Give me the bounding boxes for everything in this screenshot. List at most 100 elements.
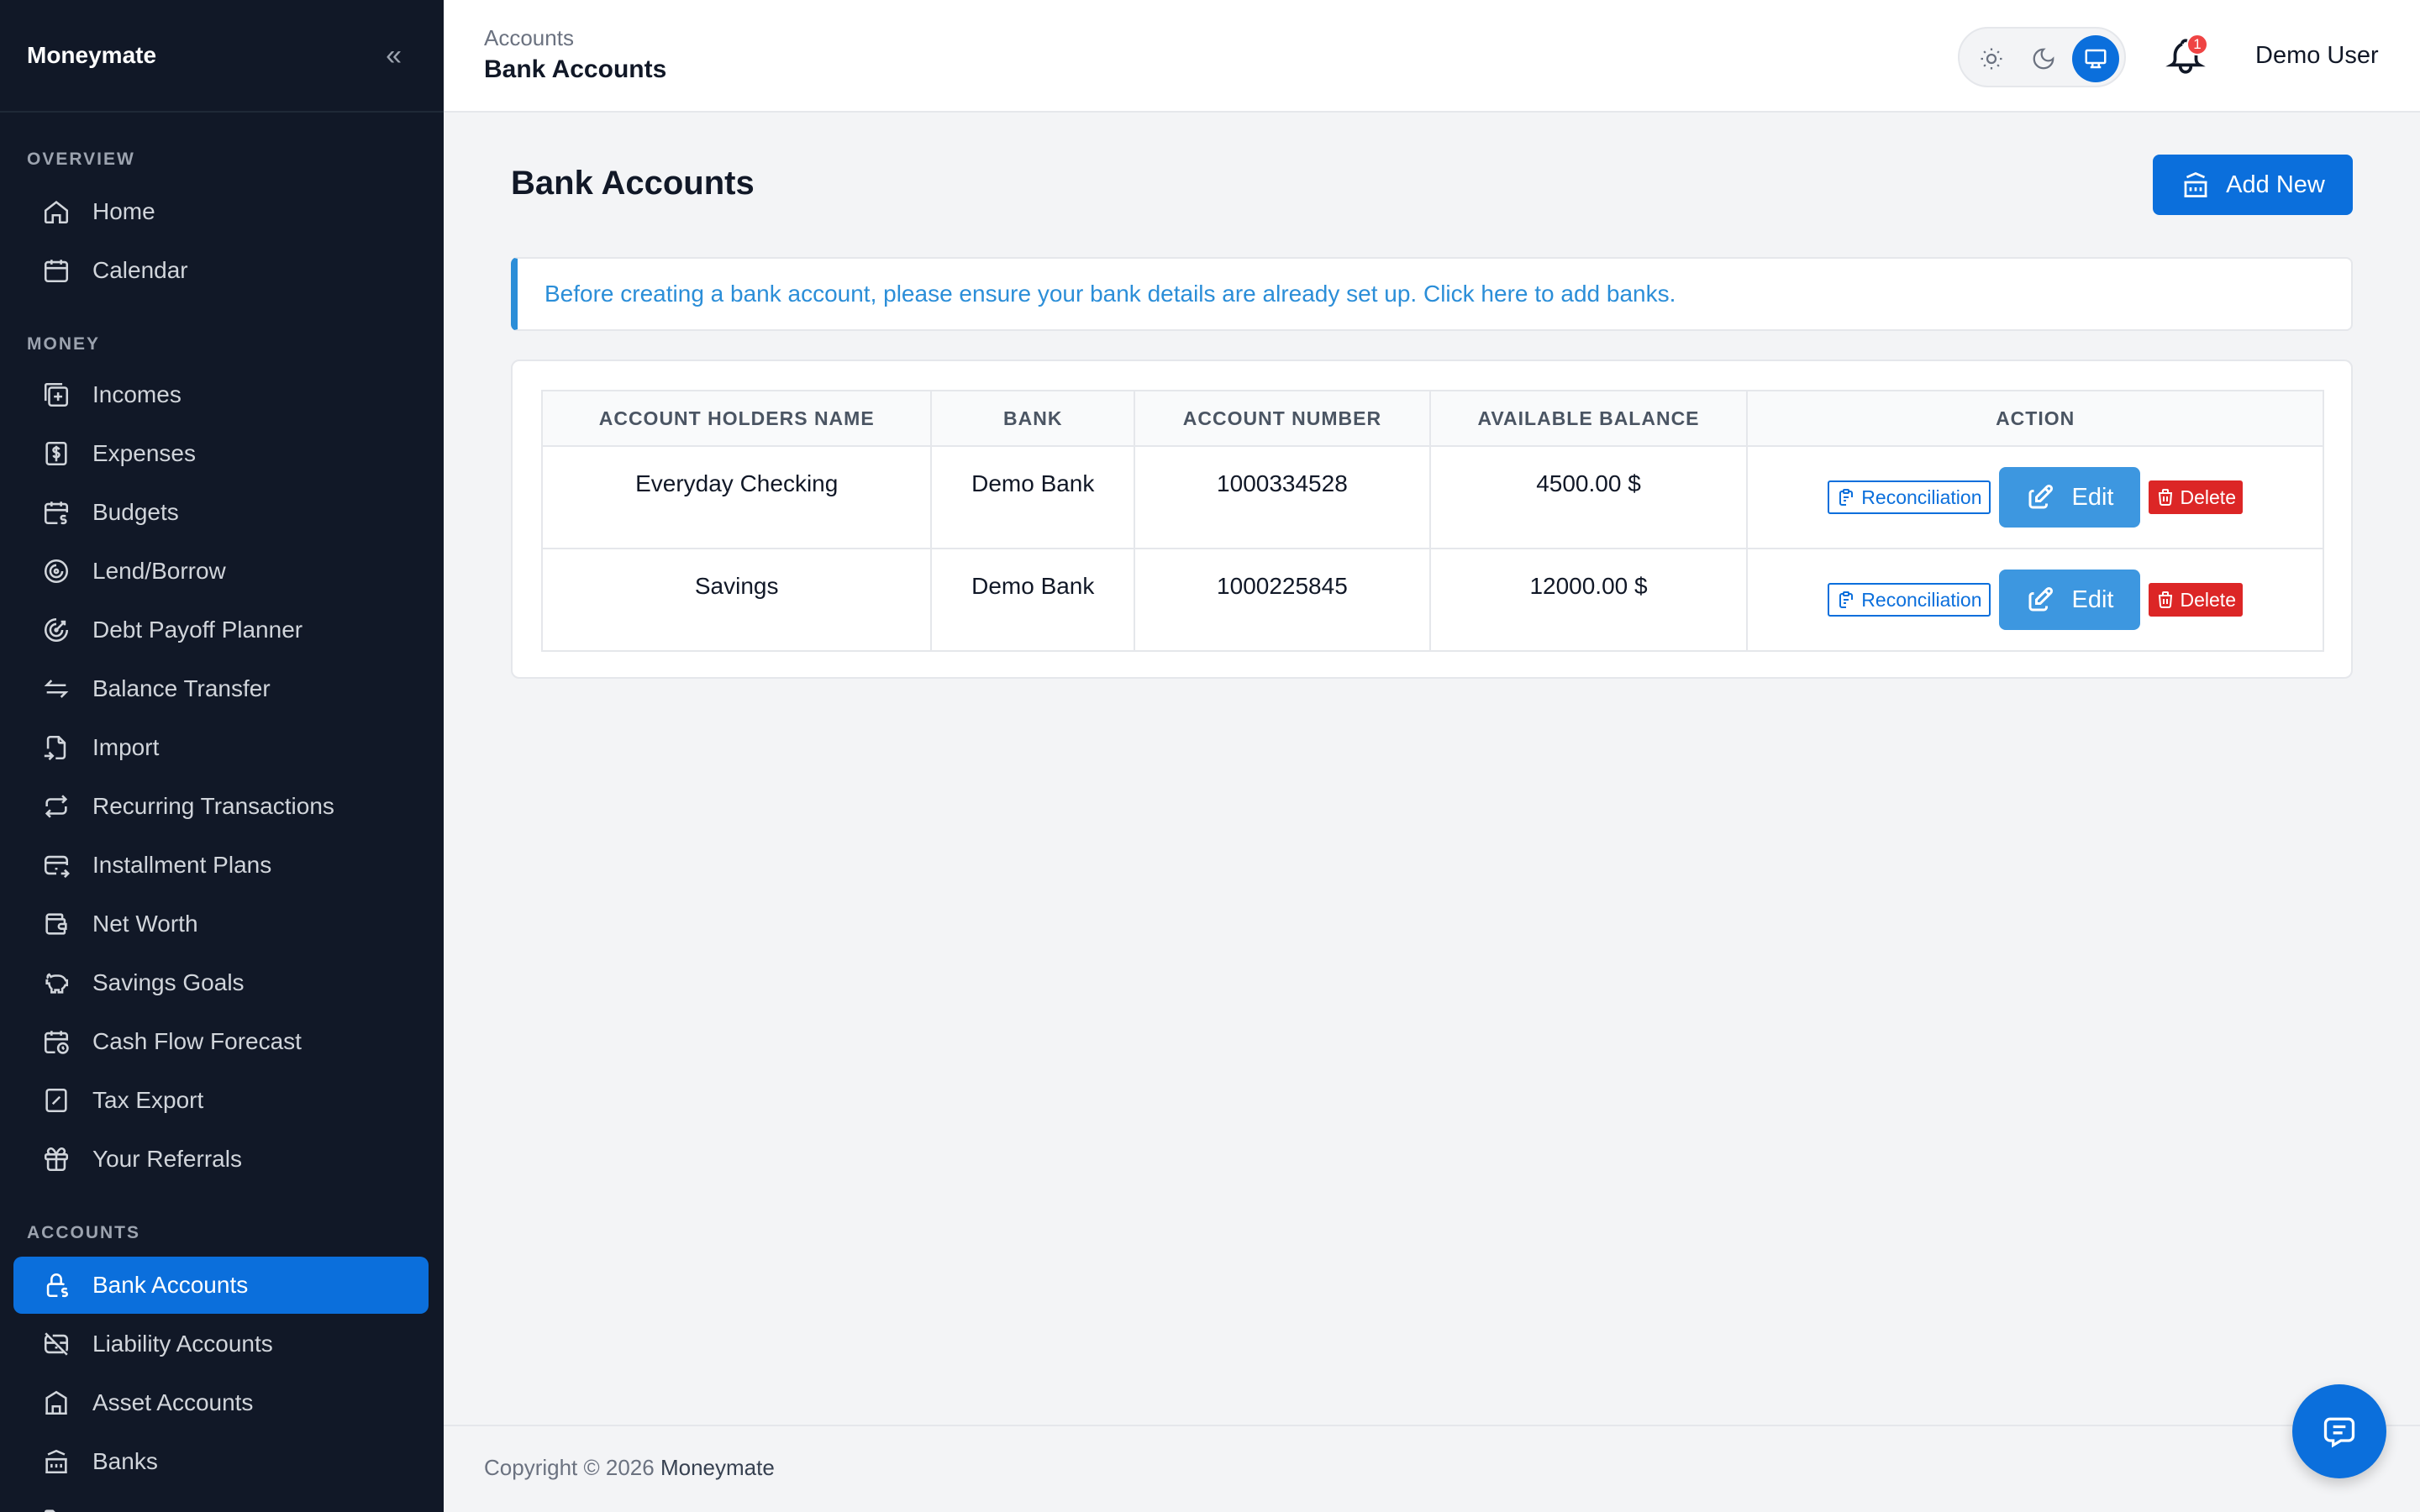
notification-badge: 1 [2186,34,2208,55]
copyright: Copyright © 2026 Moneymate [484,1455,775,1481]
sidebar-item-banks[interactable]: Banks [13,1433,429,1490]
clipboard-icon [1839,489,1854,506]
receipt-tax-icon [45,1088,67,1113]
sidebar-item-label: Your Referrals [92,1146,242,1172]
sidebar-item-label: Debt Payoff Planner [92,617,303,643]
sidebar-item-referrals[interactable]: Your Referrals [13,1131,429,1188]
credit-card-off-icon [44,1332,69,1356]
building-icon [45,1390,67,1415]
sidebar: Moneymate « OVERVIEW Home Calendar MONEY… [0,0,444,1512]
reconciliation-label: Reconciliation [1861,588,1982,611]
sidebar-item-home[interactable]: Home [13,183,429,240]
table-row: Everyday Checking Demo Bank 1000334528 4… [540,445,2324,549]
edit-button[interactable]: Edit [1998,570,2140,630]
accounts-card: ACCOUNT HOLDERS NAME BANK ACCOUNT NUMBER… [511,360,2353,679]
calendar-clock-icon [44,1031,69,1054]
sidebar-item-label: Installment Plans [92,852,272,878]
sidebar-item-label: Asset Accounts [92,1389,254,1415]
add-new-button[interactable]: Add New [2153,155,2353,215]
sidebar-item-label: Net Worth [92,911,198,937]
sidebar-item-liability-accounts[interactable]: Liability Accounts [13,1315,429,1373]
calendar-icon [44,260,69,283]
sidebar-item-label: Balance Transfer [92,675,271,701]
folder-icon [44,1509,55,1512]
sidebar-item-calendar[interactable]: Calendar [13,242,429,299]
sidebar-item-bank-accounts[interactable]: Bank Accounts [13,1257,429,1314]
lock-dollar-icon [46,1273,68,1298]
sidebar-item-asset-accounts[interactable]: Asset Accounts [13,1374,429,1431]
chevrons-left-icon[interactable]: « [386,41,402,70]
cell-account-number: 1000225845 [1134,548,1431,652]
section-accounts: ACCOUNTS [27,1223,140,1242]
edit-icon [2028,484,2053,509]
cell-bank: Demo Bank [930,445,1136,549]
reconciliation-button[interactable]: Reconciliation [1828,480,1991,514]
cell-balance: 12000.00 $ [1428,548,1749,652]
alert-text[interactable]: Before creating a bank account, please e… [544,281,1676,307]
section-overview: OVERVIEW [27,150,135,169]
cell-holder-name: Everyday Checking [540,445,933,549]
delete-button[interactable]: Delete [2148,583,2243,617]
column-header: ACCOUNT NUMBER [1134,390,1431,447]
sidebar-item-installment[interactable]: Installment Plans [13,837,429,894]
edit-icon [2028,586,2053,612]
breadcrumb-parent[interactable]: Accounts [484,25,574,51]
cell-account-number: 1000334528 [1134,445,1431,549]
reconciliation-label: Reconciliation [1861,486,1982,508]
sidebar-item-savings-goals[interactable]: Savings Goals [13,954,429,1011]
calendar-dollar-icon [44,501,69,525]
section-money: MONEY [27,334,101,354]
edit-label: Edit [2071,585,2114,613]
theme-dark-button[interactable] [2020,35,2067,82]
credit-card-icon [44,855,70,879]
sidebar-header: Moneymate « [0,0,444,113]
sidebar-item-recurring[interactable]: Recurring Transactions [13,778,429,835]
sidebar-item-label: Incomes [92,381,182,407]
theme-system-button[interactable] [2072,35,2119,82]
info-alert[interactable]: Before creating a bank account, please e… [511,257,2353,331]
sidebar-item-incomes[interactable]: Incomes [13,366,429,423]
theme-toggle [1958,27,2126,87]
user-menu[interactable]: Demo User [2255,42,2379,70]
sidebar-item-tax-export[interactable]: Tax Export [13,1072,429,1129]
chat-button[interactable] [2292,1384,2386,1478]
delete-button[interactable]: Delete [2148,480,2243,514]
target-icon [44,617,69,643]
table-header-row: ACCOUNT HOLDERS NAME BANK ACCOUNT NUMBER… [540,390,2324,447]
column-header: BANK [930,390,1136,447]
piggy-bank-icon [45,973,69,994]
wallet-icon [45,913,67,935]
sidebar-item-balance-transfer[interactable]: Balance Transfer [13,660,429,717]
column-header: AVAILABLE BALANCE [1428,390,1749,447]
brand-logo[interactable]: Moneymate [27,42,156,69]
sidebar-item-label: Bank Accounts [92,1272,249,1298]
sidebar-item-partial [13,1492,429,1512]
sidebar-item-label: Import [92,734,160,760]
sidebar-item-expenses[interactable]: Expenses [13,425,429,482]
sidebar-item-net-worth[interactable]: Net Worth [13,895,429,953]
reconciliation-button[interactable]: Reconciliation [1828,583,1991,617]
sidebar-item-label: Tax Export [92,1087,204,1113]
sidebar-item-label: Liability Accounts [92,1331,273,1357]
delete-label: Delete [2180,588,2236,611]
sidebar-item-debt-payoff[interactable]: Debt Payoff Planner [13,601,429,659]
bank-icon [2184,172,2207,197]
sidebar-item-label: Calendar [92,257,188,283]
sidebar-item-label: Cash Flow Forecast [92,1028,302,1054]
sidebar-item-lend-borrow[interactable]: Lend/Borrow [13,543,429,600]
footer: Copyright © 2026 Moneymate [444,1425,2420,1512]
dollar-receipt-icon [45,441,67,466]
topbar: Accounts Bank Accounts 1 Demo User [444,0,2420,113]
accounts-table: ACCOUNT HOLDERS NAME BANK ACCOUNT NUMBER… [540,390,2324,652]
sidebar-item-import[interactable]: Import [13,719,429,776]
theme-light-button[interactable] [1968,35,2015,82]
repeat-icon [45,795,68,818]
trash-icon [2158,489,2172,506]
footer-brand-link[interactable]: Moneymate [660,1455,775,1480]
sidebar-item-cash-flow[interactable]: Cash Flow Forecast [13,1013,429,1070]
transfer-arrows-icon [44,680,69,698]
home-icon [44,201,69,224]
sidebar-item-budgets[interactable]: Budgets [13,484,429,541]
cell-holder-name: Savings [540,548,933,652]
edit-button[interactable]: Edit [1998,467,2140,528]
